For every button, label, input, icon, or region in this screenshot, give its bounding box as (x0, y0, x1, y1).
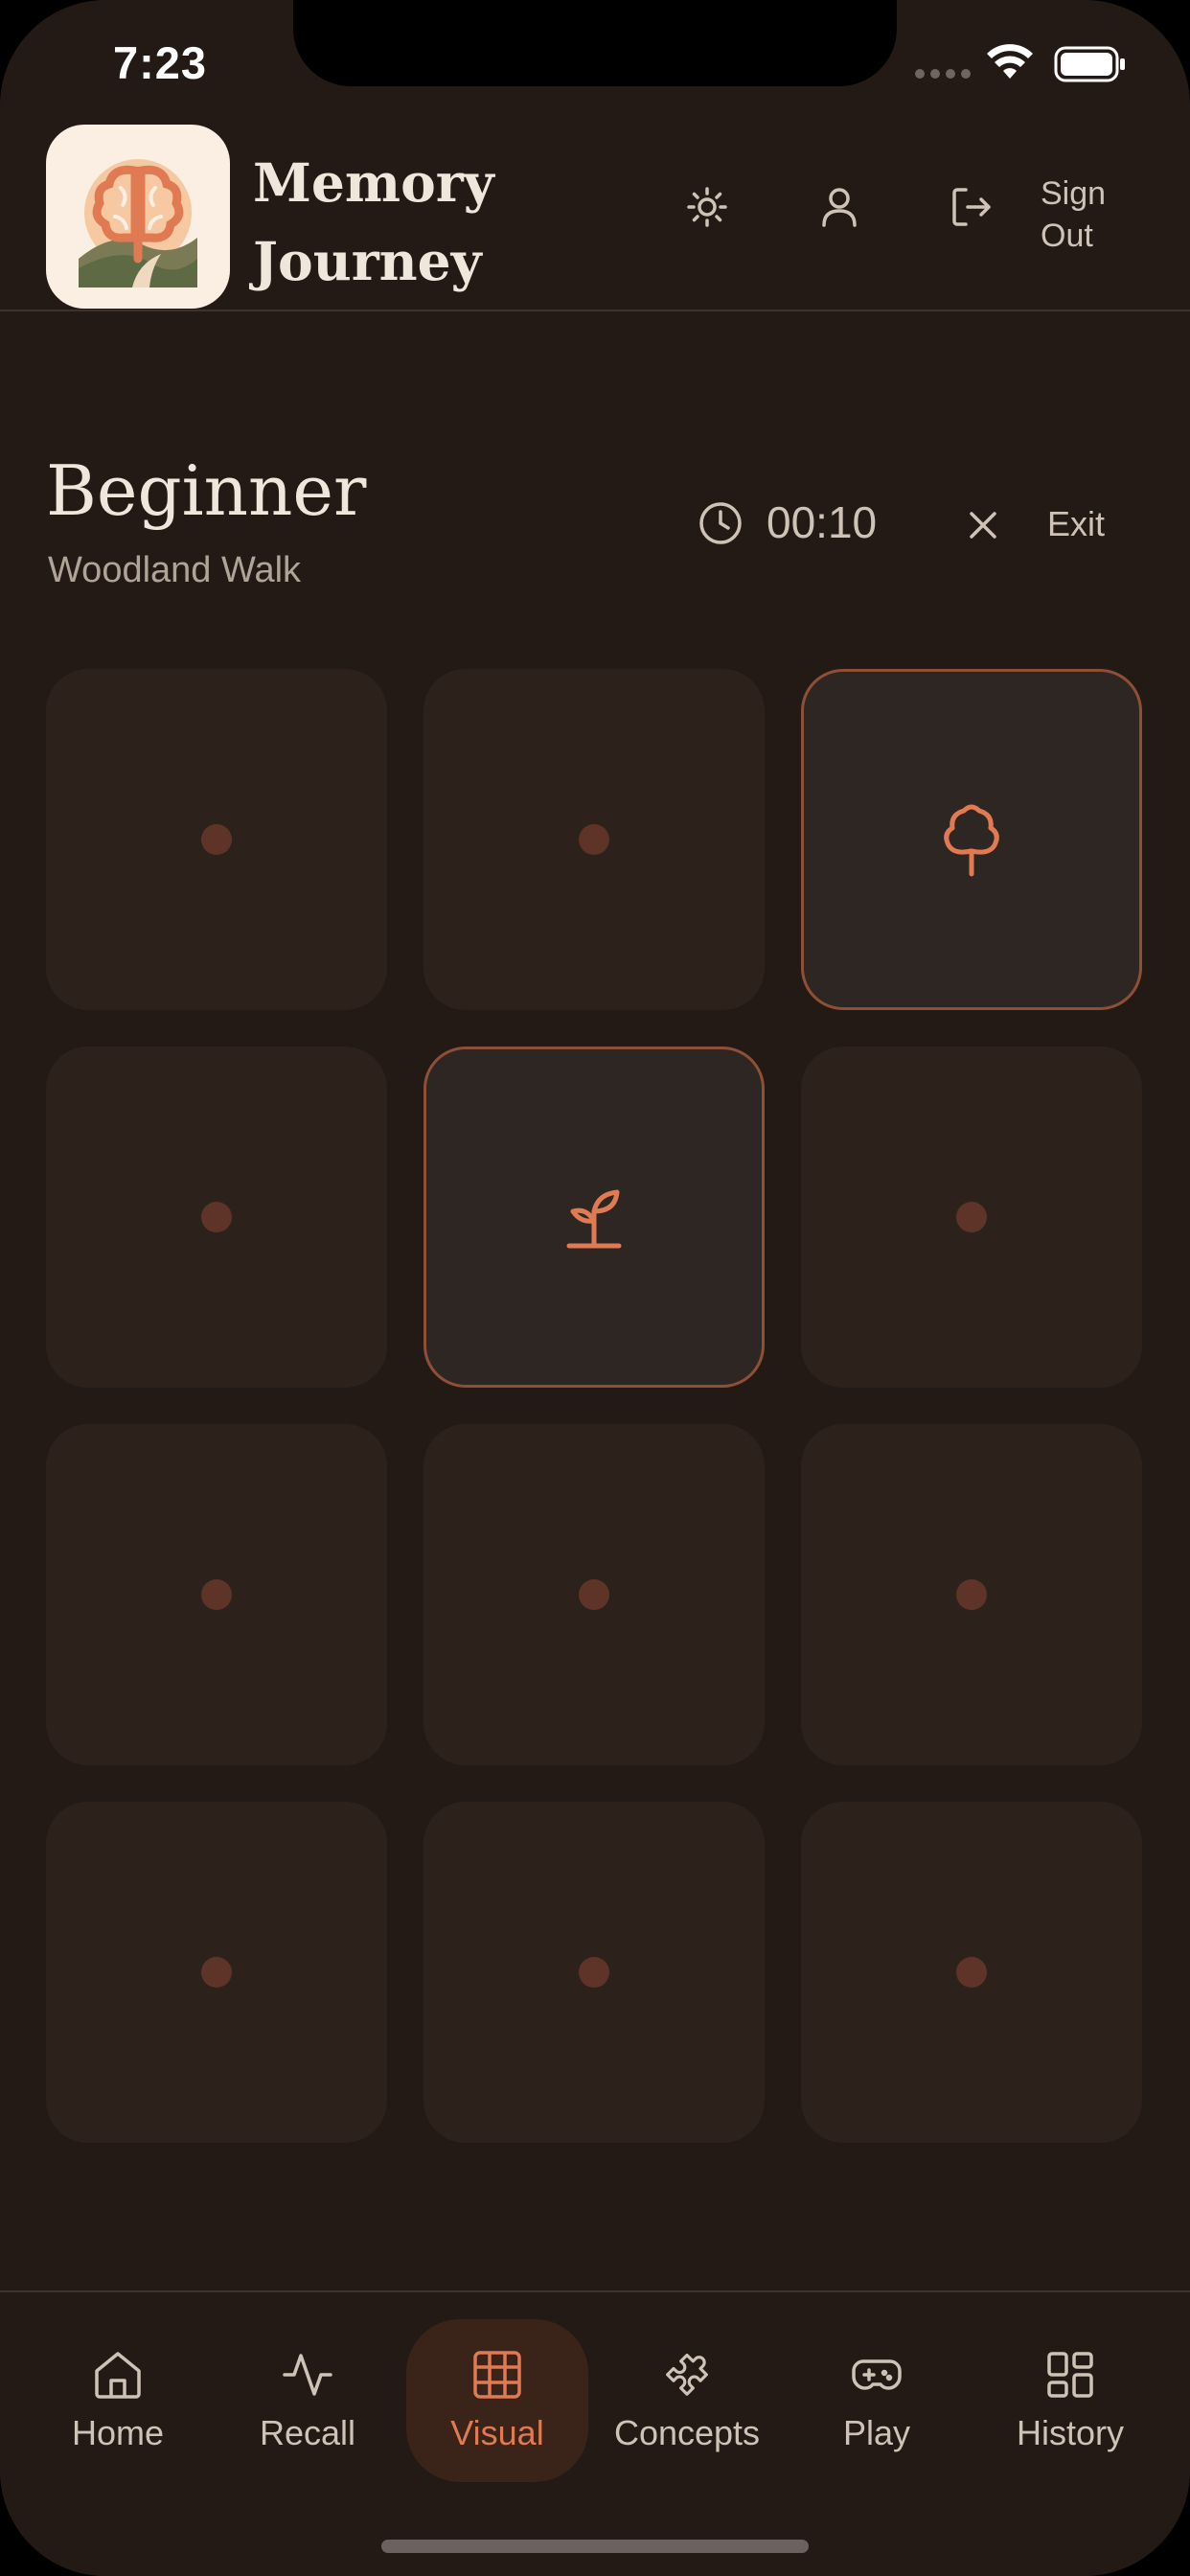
battery-icon (1054, 46, 1125, 82)
hidden-dot (956, 1579, 987, 1610)
memory-tile[interactable] (46, 669, 387, 1010)
hidden-dot (579, 1957, 609, 1988)
hidden-dot (201, 1957, 232, 1988)
nav-item-concepts[interactable]: Concepts (596, 2319, 778, 2482)
hidden-dot (956, 1957, 987, 1988)
app-header: Memory Journey Sign Out (0, 125, 1190, 311)
nav-label: Concepts (613, 2413, 761, 2452)
app-logo[interactable] (46, 125, 230, 309)
nav-item-history[interactable]: History (979, 2319, 1161, 2482)
hidden-dot (956, 1202, 987, 1232)
app-screen: 7:23 Memory Journey Sign Out Beginner Wo… (0, 0, 1190, 2576)
hidden-dot (579, 1579, 609, 1610)
app-title-line1: Memory (253, 151, 494, 214)
user-icon (822, 188, 857, 227)
nav-label: History (1016, 2413, 1124, 2452)
nav-label: Visual (450, 2413, 544, 2452)
nav-label: Home (71, 2413, 165, 2452)
memory-tile[interactable] (423, 1424, 765, 1765)
tree-icon (944, 804, 999, 877)
activity-icon (283, 2354, 332, 2396)
memory-tile[interactable] (423, 1802, 765, 2143)
nav-item-home[interactable]: Home (27, 2319, 209, 2482)
sprout-icon (566, 1189, 622, 1249)
theme-toggle-button[interactable] (678, 178, 736, 236)
app-title: Memory Journey (253, 144, 540, 301)
nav-item-play[interactable]: Play (786, 2319, 968, 2482)
home-icon (95, 2352, 141, 2399)
hidden-dot (579, 824, 609, 855)
exit-button[interactable]: Exit (1047, 504, 1105, 544)
nav-item-visual[interactable]: Visual (406, 2319, 588, 2482)
memory-tile[interactable] (801, 1424, 1142, 1765)
app-title-line2: Journey (253, 230, 482, 292)
profile-button[interactable] (811, 178, 868, 236)
nav-label: Play (842, 2413, 911, 2452)
memory-tile[interactable] (46, 1424, 387, 1765)
sign-out-button[interactable]: Sign Out (1041, 172, 1106, 257)
memory-tile[interactable] (801, 1802, 1142, 2143)
nav-label: Recall (259, 2413, 356, 2452)
nav-item-recall[interactable]: Recall (217, 2319, 399, 2482)
puzzle-icon (666, 2353, 708, 2396)
close-icon[interactable] (964, 506, 1002, 544)
memory-tile[interactable] (801, 1046, 1142, 1388)
brain-landscape-icon (79, 159, 197, 288)
notch (293, 0, 897, 86)
memory-tile[interactable] (423, 669, 765, 1010)
bottom-nav: Home Recall Visual Concepts Play History (0, 2290, 1190, 2576)
status-time: 7:23 (113, 37, 208, 88)
timer-value: 00:10 (767, 497, 878, 547)
hidden-dot (201, 1202, 232, 1232)
memory-grid (46, 669, 1144, 2143)
level-title: Beginner (46, 450, 367, 531)
sun-icon (687, 187, 727, 227)
wifi-icon (987, 44, 1033, 79)
gamepad-icon (852, 2359, 902, 2390)
level-theme: Woodland Walk (48, 550, 302, 590)
memory-tile[interactable] (46, 1046, 387, 1388)
home-indicator[interactable] (381, 2540, 809, 2553)
sign-out-line2: Out (1041, 218, 1093, 254)
hidden-dot (201, 824, 232, 855)
memory-tile[interactable] (46, 1802, 387, 2143)
hidden-dot (201, 1579, 232, 1610)
logout-icon (952, 188, 991, 226)
grid-icon (473, 2351, 521, 2399)
memory-tile-revealed[interactable] (801, 669, 1142, 1010)
dashboard-icon (1047, 2352, 1093, 2398)
cellular-signal-icon (915, 69, 971, 79)
sign-out-icon-button[interactable] (943, 178, 1000, 236)
clock-icon (699, 502, 742, 544)
sign-out-line1: Sign (1041, 175, 1107, 212)
memory-tile-revealed[interactable] (423, 1046, 765, 1388)
